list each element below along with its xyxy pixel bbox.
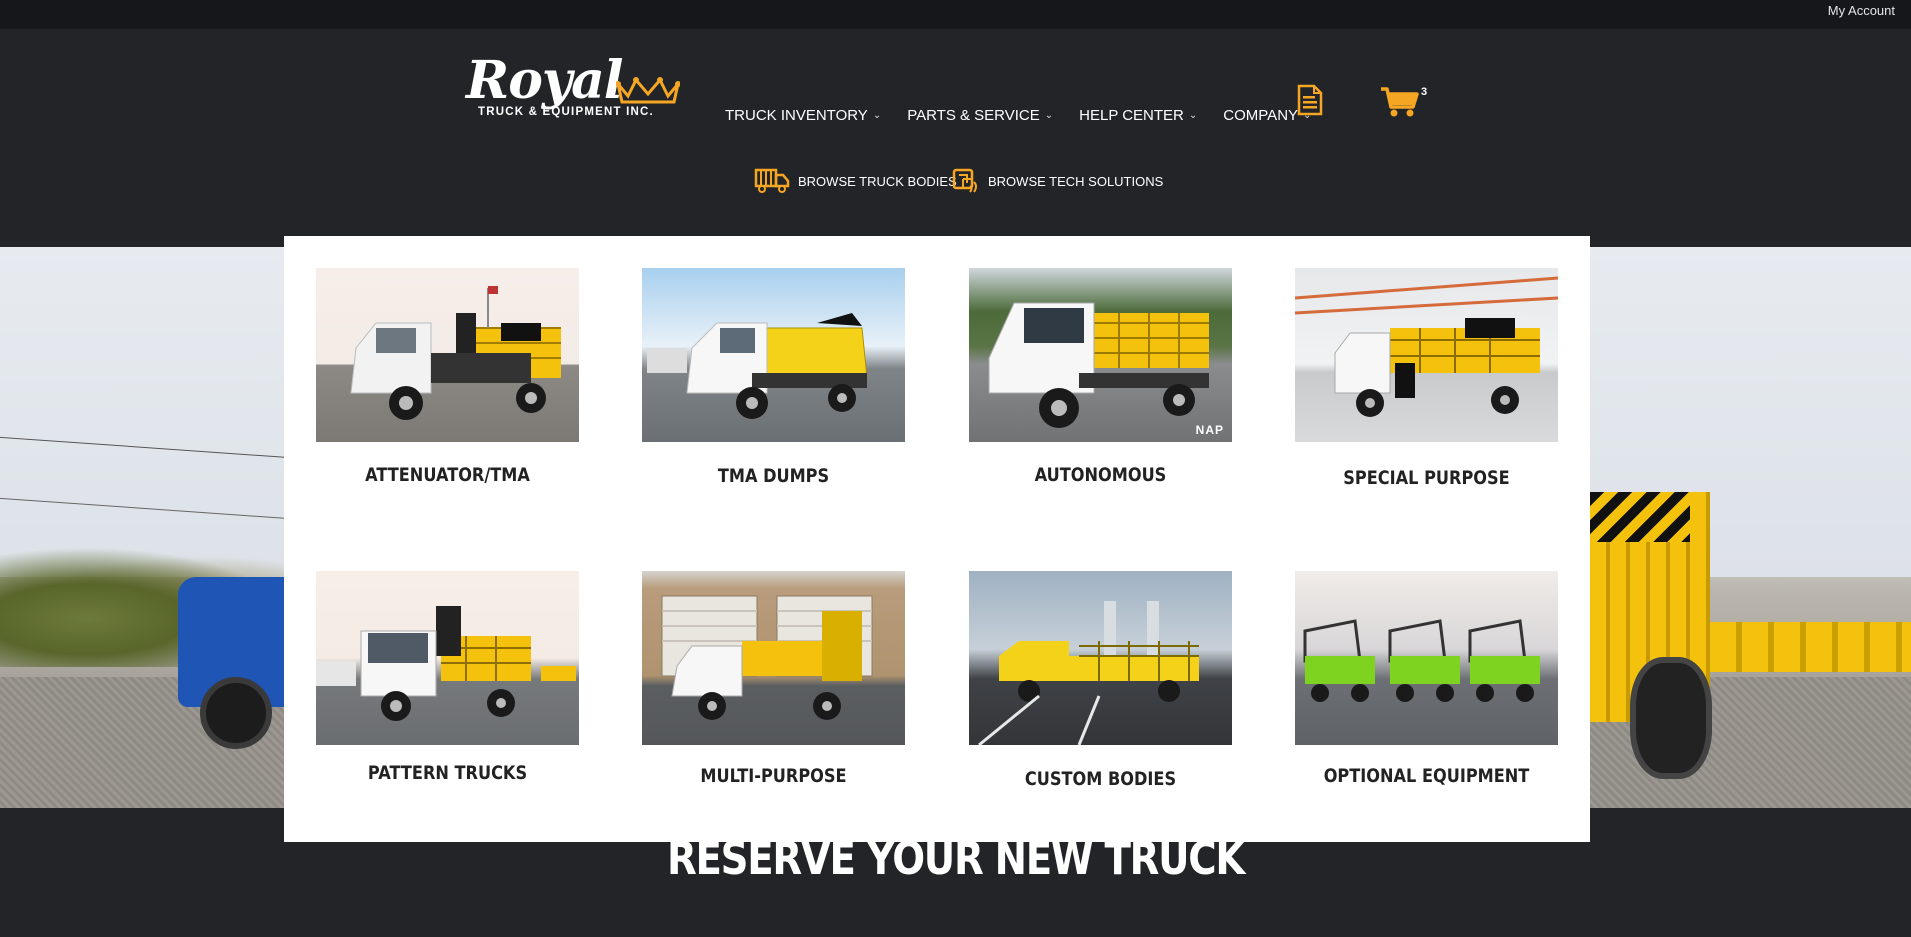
menu-card-special-purpose[interactable]: SPECIAL PURPOSE [1295,268,1558,489]
truck-bodies-mega-menu: ATTENUATOR/TMA TMA DUMPS NAP AUTONOMOUS … [284,236,1590,842]
browse-tech-label: BROWSE TECH SOLUTIONS [988,173,1164,189]
card-label: CUSTOM BODIES [1024,768,1177,790]
tech-chip-icon [952,168,977,193]
chevron-down-icon: ⌄ [1044,110,1054,121]
menu-card-pattern-trucks[interactable]: PATTERN TRUCKS [316,571,579,784]
nav-help-center[interactable]: HELP CENTER ⌄ [1079,107,1197,124]
quote-document-icon[interactable] [1297,84,1323,116]
site-header [0,29,1911,247]
my-account-link[interactable]: My Account [1828,3,1895,18]
nav-label: TRUCK INVENTORY [725,107,868,124]
royal-logo[interactable]: Royal TRUCK & EQUIPMENT INC. [466,50,686,122]
crown-icon [616,77,680,104]
menu-card-custom-bodies[interactable]: CUSTOM BODIES [969,571,1232,790]
browse-truck-bodies-link[interactable]: BROWSE TRUCK BODIES [754,168,957,194]
card-label: ATTENUATOR/TMA [365,464,530,486]
nav-parts-service[interactable]: PARTS & SERVICE ⌄ [907,107,1053,124]
card-label: PATTERN TRUCKS [367,762,528,784]
menu-card-optional-equipment[interactable]: OPTIONAL EQUIPMENT [1295,571,1558,787]
chevron-down-icon: ⌄ [872,110,882,121]
nav-truck-inventory[interactable]: TRUCK INVENTORY ⌄ [725,107,881,124]
card-label: AUTONOMOUS [1034,464,1167,486]
custom-bodies-truck-image [969,571,1232,745]
browse-bodies-label: BROWSE TRUCK BODIES [798,173,957,189]
special-purpose-truck-image [1295,268,1558,442]
nav-label: COMPANY [1223,107,1299,124]
menu-card-tma-dumps[interactable]: TMA DUMPS [642,268,905,487]
card-label: MULTI-PURPOSE [700,765,847,787]
logo-subtitle: TRUCK & EQUIPMENT INC. [478,106,654,118]
nav-label: HELP CENTER [1079,107,1184,124]
cart-icon[interactable] [1380,86,1420,118]
optional-equipment-truck-image [1295,571,1558,745]
card-label: SPECIAL PURPOSE [1343,467,1510,489]
attenuator-truck-image [316,268,579,442]
tma-dump-truck-image [642,268,905,442]
menu-card-autonomous[interactable]: NAP AUTONOMOUS [969,268,1232,486]
pattern-truck-image [316,571,579,745]
main-nav: TRUCK INVENTORY ⌄ PARTS & SERVICE ⌄ HELP… [725,107,1337,124]
autonomous-truck-image: NAP [969,268,1232,442]
card-label: OPTIONAL EQUIPMENT [1323,765,1530,787]
nap-badge: NAP [1195,423,1224,437]
chevron-down-icon: ⌄ [1188,110,1198,121]
browse-tech-solutions-link[interactable]: BROWSE TECH SOLUTIONS [952,168,1163,194]
menu-card-attenuator-tma[interactable]: ATTENUATOR/TMA [316,268,579,486]
reserve-section-title: RESERVE YOUR NEW TRUCK [666,832,1245,885]
top-bar: My Account [0,0,1911,29]
menu-card-multi-purpose[interactable]: MULTI-PURPOSE [642,571,905,787]
truck-body-icon [754,168,790,193]
cart-count-badge: 3 [1421,86,1428,98]
multi-purpose-truck-image [642,571,905,745]
card-label: TMA DUMPS [717,465,830,487]
logo-script-text: Royal [466,50,624,111]
nav-label: PARTS & SERVICE [907,107,1040,124]
